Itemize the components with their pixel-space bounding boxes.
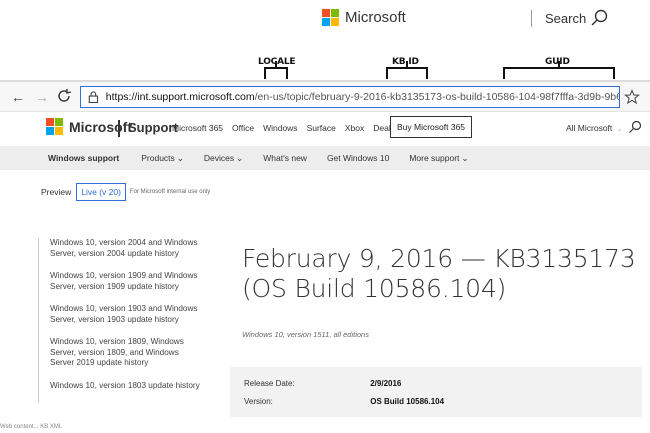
search-link[interactable]: Search — [545, 11, 586, 26]
brand-divider — [118, 120, 120, 137]
cat-label: What's new — [263, 153, 307, 163]
left-nav-item[interactable]: Windows 10, version 1903 and Windows Ser… — [39, 304, 203, 325]
support-title[interactable]: Support — [128, 120, 178, 135]
cat-products[interactable]: Products ⌄ — [141, 153, 184, 164]
refresh-icon[interactable] — [56, 88, 72, 104]
address-bar[interactable]: https://int.support.microsoft.com/en-us/… — [80, 86, 620, 108]
chevron-down-icon: ⌄ — [616, 126, 623, 133]
nav-microsoft-365[interactable]: Microsoft 365 — [172, 123, 223, 133]
left-nav-item[interactable]: Windows 10, version 1809, Windows Server… — [39, 337, 203, 369]
category-bar: Windows support Products ⌄ Devices ⌄ What'… — [0, 146, 650, 170]
lock-icon — [88, 91, 99, 104]
host-logo[interactable]: Microsoft — [322, 9, 406, 26]
buy-microsoft-365-button[interactable]: Buy Microsoft 365 — [390, 116, 473, 138]
cat-label: More support — [409, 153, 460, 163]
left-nav-item[interactable]: Windows 10, version 2004 and Windows Ser… — [39, 238, 203, 259]
url-path: /en-us/topic/february-9-2016-kb3135173-o… — [254, 91, 619, 103]
site-search-icon[interactable] — [628, 120, 642, 134]
chevron-down-icon: ⌄ — [461, 153, 469, 163]
cat-windows-support[interactable]: Windows support — [48, 153, 119, 164]
version-row: Version: OS Build 10586.104 — [244, 397, 444, 406]
host-brand: Microsoft — [345, 9, 406, 26]
nav-surface[interactable]: Surface — [307, 123, 336, 133]
favorite-star-icon[interactable] — [624, 89, 640, 105]
host-header: Microsoft Search — [0, 0, 650, 38]
version-value: OS Build 10586.104 — [370, 397, 445, 406]
left-nav: Windows 10, version 2004 and Windows Ser… — [38, 238, 203, 403]
cat-devices[interactable]: Devices ⌄ — [204, 153, 243, 164]
browser-toolbar: ← → https://int.support.microsoft.com/en… — [0, 82, 650, 112]
nav-office[interactable]: Office — [232, 123, 254, 133]
header-separator — [531, 10, 532, 27]
nav-xbox[interactable]: Xbox — [345, 123, 364, 133]
left-nav-item[interactable]: Windows 10, version 1909 and Windows Ser… — [39, 271, 203, 292]
release-info-box: Release Date: 2/9/2016 Version: OS Build… — [230, 367, 642, 417]
live-tab[interactable]: Live (v 20) — [76, 183, 126, 201]
internal-use-note: For Microsoft internal use only — [129, 189, 211, 195]
address-url: https://int.support.microsoft.com/en-us/… — [106, 91, 619, 103]
cat-get-windows-10[interactable]: Get Windows 10 — [327, 153, 389, 164]
bracket-guid-icon — [503, 67, 615, 79]
all-microsoft-menu[interactable]: All Microsoft ⌄ — [566, 123, 623, 133]
preview-tab[interactable]: Preview — [36, 183, 76, 201]
cat-whats-new[interactable]: What's new — [263, 153, 307, 164]
cat-label: Devices — [203, 153, 235, 163]
forward-arrow-icon[interactable]: → — [32, 87, 52, 107]
applies-to: Windows 10, version 1511, all editions — [242, 330, 369, 339]
microsoft-logo-icon — [322, 9, 339, 26]
release-date-row: Release Date: 2/9/2016 — [244, 379, 401, 388]
site-nav: Microsoft 365 Office Windows Surface Xbo… — [172, 123, 395, 133]
cat-more-support[interactable]: More support ⌄ — [409, 153, 468, 164]
cat-label: Products — [141, 153, 175, 163]
support-header: Microsoft Support Microsoft 365 Office W… — [0, 112, 650, 144]
support-brand: Microsoft — [69, 118, 132, 135]
version-label: Version: — [244, 397, 273, 406]
chevron-down-icon: ⌄ — [236, 153, 244, 163]
bracket-kbid-icon — [386, 67, 428, 79]
back-arrow-icon[interactable]: ← — [8, 87, 28, 107]
left-nav-item[interactable]: Windows 10, version 1803 update history — [39, 381, 203, 392]
chevron-down-icon: ⌄ — [176, 153, 184, 163]
microsoft-logo-icon — [46, 118, 63, 135]
cat-label: Windows support — [48, 153, 120, 163]
release-date-value: 2/9/2016 — [370, 379, 402, 388]
nav-windows[interactable]: Windows — [263, 123, 297, 133]
all-microsoft-label: All Microsoft — [566, 123, 613, 133]
url-host: https://int.support.microsoft.com — [105, 91, 255, 103]
release-date-label: Release Date: — [244, 379, 295, 388]
version-toggle: Preview Live (v 20) For Microsoft intern… — [36, 183, 210, 201]
status-bar: Web content... KB XML — [0, 424, 63, 430]
article-title: February 9, 2016 — KB3135173 (OS Build 1… — [242, 244, 636, 303]
bracket-locale-icon — [264, 67, 288, 79]
cat-label: Get Windows 10 — [326, 153, 390, 163]
search-icon[interactable] — [589, 8, 609, 28]
